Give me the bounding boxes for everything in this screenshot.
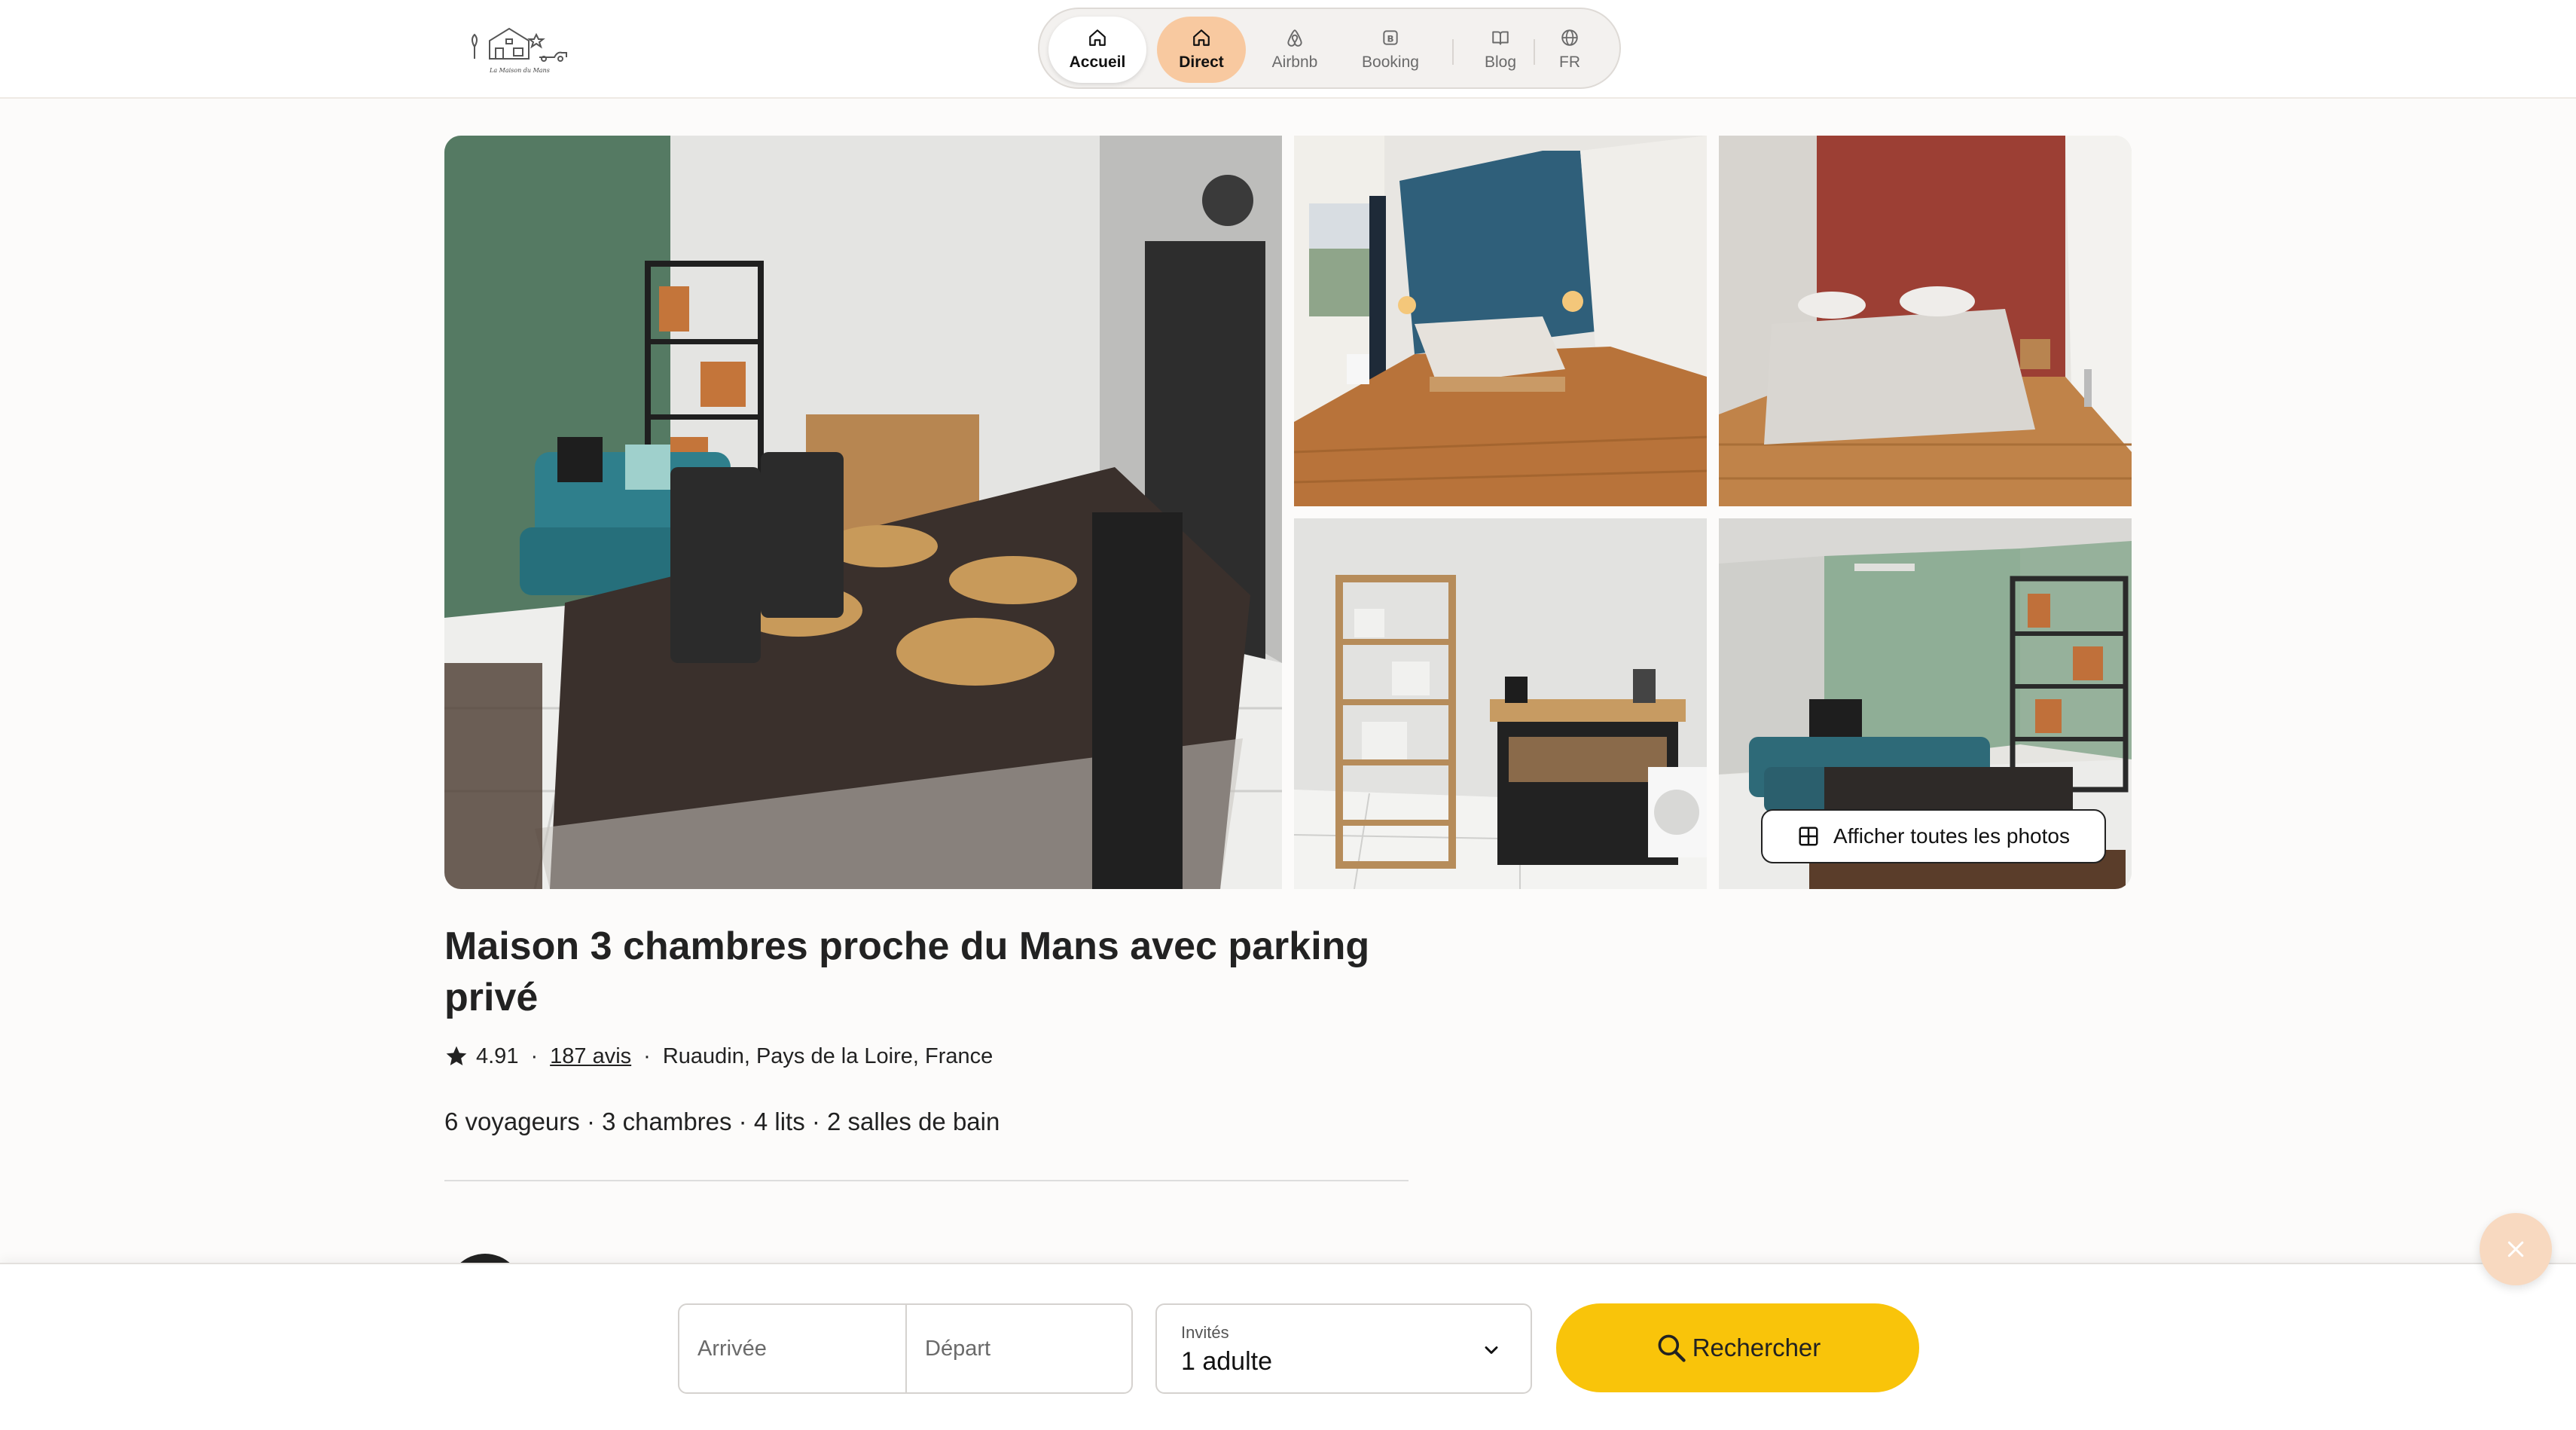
photo-gallery: Afficher toutes les photos bbox=[444, 136, 2132, 889]
main-nav: Accueil Direct Airbnb B Booking Blog FR bbox=[1038, 8, 1621, 89]
nav-direct-label: Direct bbox=[1179, 53, 1224, 71]
booking-bar: Arrivée Départ Invités 1 adulte Recherch… bbox=[0, 1263, 2576, 1430]
nav-airbnb-label: Airbnb bbox=[1271, 53, 1318, 71]
globe-icon bbox=[1561, 29, 1578, 46]
photo-living-room[interactable] bbox=[444, 136, 1282, 889]
site-logo[interactable]: La Maison du Mans bbox=[467, 24, 580, 80]
nav-booking[interactable]: B Booking bbox=[1344, 17, 1437, 83]
grid-icon bbox=[1799, 827, 1818, 846]
listing-capacity: 6 voyageurs · 3 chambres · 4 lits · 2 sa… bbox=[444, 1108, 1000, 1135]
svg-text:B: B bbox=[1387, 33, 1393, 44]
booking-icon: B bbox=[1383, 30, 1398, 45]
departure-date-field[interactable]: Départ bbox=[905, 1305, 1131, 1392]
arrival-date-field[interactable]: Arrivée bbox=[679, 1305, 905, 1392]
language-label: FR bbox=[1559, 53, 1580, 71]
nav-direct[interactable]: Direct bbox=[1157, 17, 1246, 83]
show-all-photos-label: Afficher toutes les photos bbox=[1833, 824, 2070, 848]
close-booking-bar-button[interactable] bbox=[2480, 1213, 2552, 1285]
bedroom-red-image bbox=[1719, 136, 2132, 506]
top-header: La Maison du Mans Accueil Direct Airbnb … bbox=[0, 0, 2576, 99]
listing-meta: 4.91 · 187 avis · Ruaudin, Pays de la Lo… bbox=[444, 1041, 993, 1071]
guests-label: Invités bbox=[1181, 1323, 1229, 1342]
search-button[interactable]: Rechercher bbox=[1556, 1303, 1919, 1392]
separator-dot: · bbox=[530, 1043, 539, 1068]
nav-separator bbox=[1534, 39, 1535, 65]
house-logo-icon: La Maison du Mans bbox=[472, 27, 567, 74]
nav-separator bbox=[1452, 39, 1454, 65]
section-divider bbox=[444, 1180, 1409, 1181]
guests-select[interactable]: Invités 1 adulte bbox=[1155, 1303, 1532, 1394]
arrival-placeholder: Arrivée bbox=[697, 1336, 767, 1361]
svg-text:La Maison du Mans: La Maison du Mans bbox=[489, 67, 550, 74]
date-range-picker[interactable]: Arrivée Départ bbox=[678, 1303, 1133, 1394]
departure-placeholder: Départ bbox=[925, 1336, 991, 1361]
home-icon bbox=[1193, 29, 1210, 46]
search-icon bbox=[1658, 1334, 1686, 1362]
living-room-image bbox=[444, 136, 1282, 889]
photo-bedroom-red[interactable] bbox=[1719, 136, 2132, 506]
nav-blog[interactable]: Blog bbox=[1470, 17, 1531, 83]
chevron-down-icon bbox=[1485, 1346, 1498, 1354]
airbnb-icon bbox=[1287, 29, 1302, 47]
nav-blog-label: Blog bbox=[1484, 53, 1517, 71]
nav-accueil[interactable]: Accueil bbox=[1048, 17, 1146, 83]
guests-value: 1 adulte bbox=[1181, 1347, 1272, 1376]
kitchen-image bbox=[1294, 518, 1707, 889]
close-icon bbox=[2507, 1241, 2524, 1257]
rating-value: 4.91 bbox=[476, 1043, 519, 1068]
photo-kitchen[interactable] bbox=[1294, 518, 1707, 889]
nav-booking-label: Booking bbox=[1362, 53, 1419, 71]
listing-location: Ruaudin, Pays de la Loire, France bbox=[662, 1043, 993, 1068]
book-icon bbox=[1492, 31, 1509, 45]
separator-dot: · bbox=[643, 1043, 651, 1068]
language-selector[interactable]: FR bbox=[1544, 17, 1595, 83]
star-icon bbox=[446, 1046, 467, 1065]
nav-airbnb[interactable]: Airbnb bbox=[1256, 17, 1333, 83]
home-icon bbox=[1089, 29, 1106, 46]
nav-accueil-label: Accueil bbox=[1069, 53, 1126, 71]
search-button-label: Rechercher bbox=[1692, 1334, 1821, 1361]
show-all-photos-button[interactable]: Afficher toutes les photos bbox=[1761, 809, 2106, 863]
photo-bedroom-blue[interactable] bbox=[1294, 136, 1707, 506]
listing-title: Maison 3 chambres proche du Mans avec pa… bbox=[444, 924, 1370, 1019]
reviews-link[interactable]: 187 avis bbox=[550, 1044, 631, 1069]
bedroom-blue-image bbox=[1294, 136, 1707, 506]
